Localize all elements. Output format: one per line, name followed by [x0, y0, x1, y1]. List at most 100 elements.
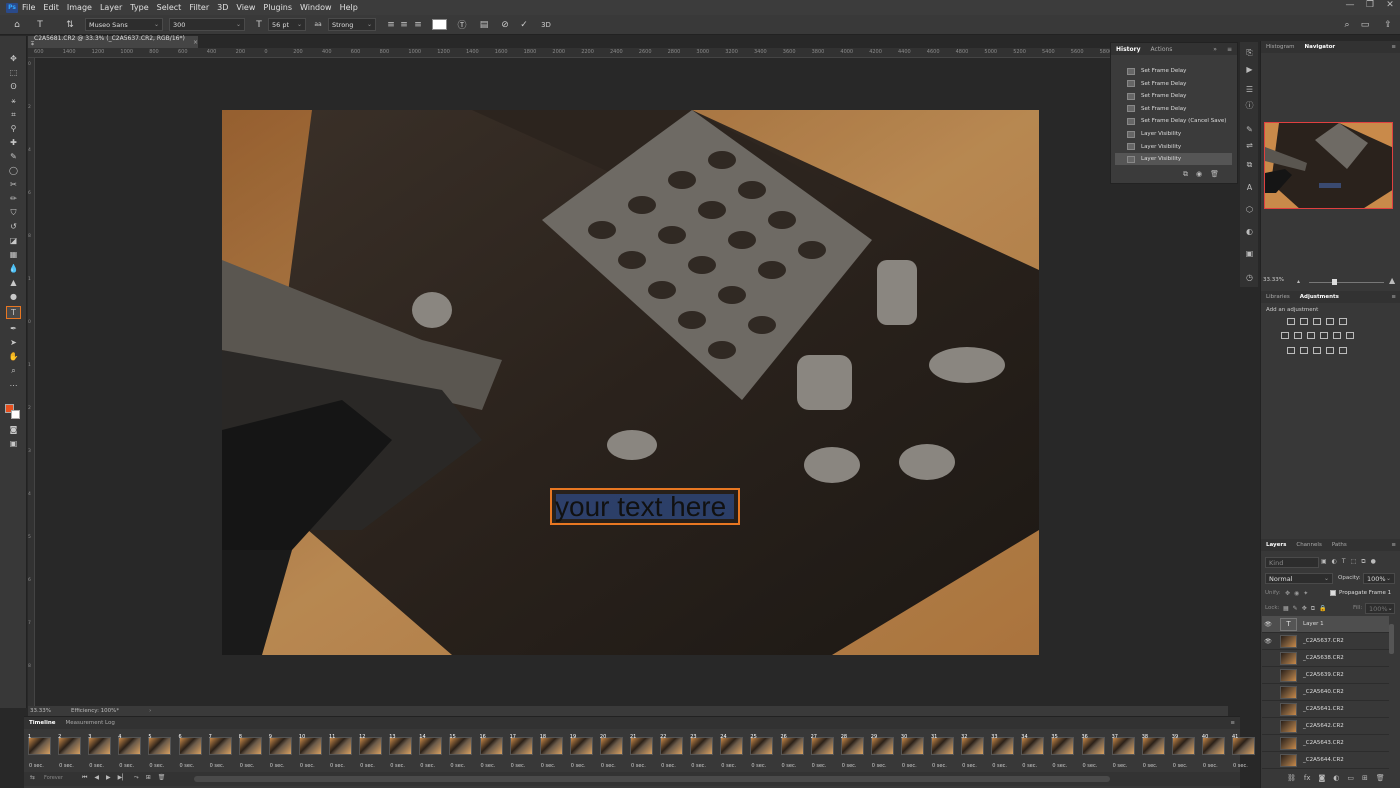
new-group-icon[interactable]: ▭ [1347, 774, 1354, 782]
text-layer-box[interactable]: your text here [550, 488, 740, 525]
panel-menu-icon[interactable]: ≡ [1386, 294, 1400, 300]
eyedropper-tool-icon[interactable]: ⚲ [6, 122, 21, 135]
warp-text-icon[interactable]: Ⓣ [455, 18, 469, 31]
posterize-icon[interactable] [1300, 347, 1308, 354]
visibility-eye-icon[interactable]: 👁 [1262, 621, 1274, 628]
antialias-dropdown[interactable]: Strong ⌄ [328, 18, 376, 31]
timeline-frame[interactable]: 40 0 sec. [1200, 734, 1227, 773]
timeline-frame[interactable]: 33 0 sec. [989, 734, 1016, 773]
tab-history[interactable]: History [1111, 46, 1146, 53]
frame-delay-dropdown[interactable]: 0 sec. [1022, 763, 1037, 769]
doc-info[interactable]: Efficiency: 100%* [71, 708, 119, 714]
frame-delay-dropdown[interactable]: 0 sec. [571, 763, 586, 769]
exposure-icon[interactable] [1326, 318, 1334, 325]
eraser-tool-icon[interactable]: ◪ [6, 234, 21, 247]
timeline-frame[interactable]: 26 0 sec. [779, 734, 806, 773]
black-white-icon[interactable] [1307, 332, 1315, 339]
font-style-dropdown[interactable]: 300 ⌄ [169, 18, 245, 31]
channel-mixer-icon[interactable] [1333, 332, 1341, 339]
timeline-frame[interactable]: 36 0 sec. [1080, 734, 1107, 773]
selective-color-icon[interactable] [1339, 347, 1347, 354]
timeline-frame[interactable]: 28 0 sec. [839, 734, 866, 773]
navigator-thumbnail[interactable] [1264, 122, 1393, 209]
quick-mask-icon[interactable]: ◙ [6, 423, 21, 436]
menu-layer[interactable]: Layer [100, 3, 122, 12]
frame-delay-dropdown[interactable]: 0 sec. [751, 763, 766, 769]
new-adjustment-icon[interactable]: ◐ [1333, 774, 1339, 782]
curves-icon[interactable] [1313, 318, 1321, 325]
tab-channels[interactable]: Channels [1291, 542, 1326, 548]
filter-type-icon[interactable]: T [1342, 558, 1346, 566]
info-icon[interactable]: ⓘ [1244, 100, 1255, 110]
color-lookup-icon[interactable] [1346, 332, 1354, 339]
canvas-photo[interactable] [222, 110, 1039, 655]
lock-artboard-icon[interactable]: ⧉ [1311, 605, 1315, 613]
blend-mode-dropdown[interactable]: Normal ⌄ [1265, 573, 1333, 584]
clone-stamp-tool-icon[interactable]: ⛉ [6, 206, 21, 219]
tab-layers[interactable]: Layers [1261, 542, 1291, 548]
loop-dropdown[interactable]: Forever [44, 775, 63, 781]
timeline-frame[interactable]: 37 0 sec. [1110, 734, 1137, 773]
invert-icon[interactable] [1287, 347, 1295, 354]
menu-view[interactable]: View [236, 3, 255, 12]
timeline-frame[interactable]: 41 0 sec. [1230, 734, 1257, 773]
timeline-frame[interactable]: 32 0 sec. [959, 734, 986, 773]
close-window-button[interactable]: ✕ [1380, 0, 1400, 10]
frame-delay-dropdown[interactable]: 0 sec. [1113, 763, 1128, 769]
color-balance-icon[interactable] [1294, 332, 1302, 339]
new-document-from-state-icon[interactable]: ⧉ [1183, 170, 1188, 179]
more-tools-icon[interactable]: ⋯ [6, 379, 21, 392]
tab-libraries[interactable]: Libraries [1261, 294, 1295, 300]
frame-delay-dropdown[interactable]: 0 sec. [812, 763, 827, 769]
timeline-frame[interactable]: 11 0 sec. [327, 734, 354, 773]
timeline-frame[interactable]: 19 0 sec. [568, 734, 595, 773]
panel-menu-icon[interactable]: ≡ [1386, 542, 1400, 548]
character-icon[interactable]: A [1244, 182, 1255, 192]
text-color-swatch[interactable] [432, 19, 447, 30]
tab-paths[interactable]: Paths [1327, 542, 1352, 548]
close-tab-icon[interactable]: × [193, 39, 198, 46]
menu-window[interactable]: Window [300, 3, 332, 12]
layer-filter-input[interactable]: Kind [1265, 557, 1319, 568]
frame-delay-dropdown[interactable]: 0 sec. [270, 763, 285, 769]
unify-position-icon[interactable]: ✥ [1285, 590, 1290, 597]
frame-delay-dropdown[interactable]: 0 sec. [59, 763, 74, 769]
blur-tool-icon[interactable]: 💧 [6, 262, 21, 275]
new-layer-icon[interactable]: ⊞ [1362, 774, 1368, 782]
scissors-tool-icon[interactable]: ✂ [6, 178, 21, 191]
panel-menu-icon[interactable]: ≡ [1225, 720, 1240, 726]
tween-icon[interactable]: ⤳ [134, 774, 139, 782]
frame-delay-dropdown[interactable]: 0 sec. [450, 763, 465, 769]
ellipse-tool-icon[interactable]: ◯ [6, 164, 21, 177]
threshold-icon[interactable] [1313, 347, 1321, 354]
zoom-level[interactable]: 33.33% [30, 708, 51, 714]
layer-row[interactable]: _C2A5643.CR2 [1262, 735, 1389, 752]
magic-wand-tool-icon[interactable]: ⚹ [6, 94, 21, 107]
menu-3d[interactable]: 3D [217, 3, 228, 12]
frame-delay-dropdown[interactable]: 0 sec. [992, 763, 1007, 769]
home-icon[interactable]: ⌂ [10, 18, 24, 31]
minimize-button[interactable]: — [1340, 0, 1360, 10]
timeline-frame[interactable]: 10 0 sec. [297, 734, 324, 773]
timeline-frame[interactable]: 24 0 sec. [718, 734, 745, 773]
frame-delay-dropdown[interactable]: 0 sec. [691, 763, 706, 769]
brightness-contrast-icon[interactable] [1287, 318, 1295, 325]
prev-frame-icon[interactable]: ◀ [94, 774, 99, 782]
frame-delay-dropdown[interactable]: 0 sec. [601, 763, 616, 769]
clone-source-icon[interactable]: ⧉ [1244, 160, 1255, 170]
timeline-frame[interactable]: 21 0 sec. [628, 734, 655, 773]
frame-delay-dropdown[interactable]: 0 sec. [782, 763, 797, 769]
timeline-frame[interactable]: 34 0 sec. [1019, 734, 1046, 773]
frame-delay-dropdown[interactable]: 0 sec. [872, 763, 887, 769]
duplicate-frame-icon[interactable]: ⊞ [146, 774, 151, 782]
frame-delay-dropdown[interactable]: 0 sec. [631, 763, 646, 769]
filter-shape-icon[interactable]: ⬚ [1351, 558, 1357, 566]
frame-delay-dropdown[interactable]: 0 sec. [360, 763, 375, 769]
play-icon[interactable]: ▶ [106, 774, 111, 782]
timeline-frame[interactable]: 39 0 sec. [1170, 734, 1197, 773]
move-tool-icon[interactable]: ✥ [6, 52, 21, 65]
layers-scrollbar[interactable] [1389, 624, 1394, 654]
dodge-tool-icon[interactable]: ● [6, 290, 21, 303]
brush-settings-icon[interactable]: ✎ [1244, 124, 1255, 134]
history-icon[interactable]: ⎘ [1244, 48, 1255, 58]
